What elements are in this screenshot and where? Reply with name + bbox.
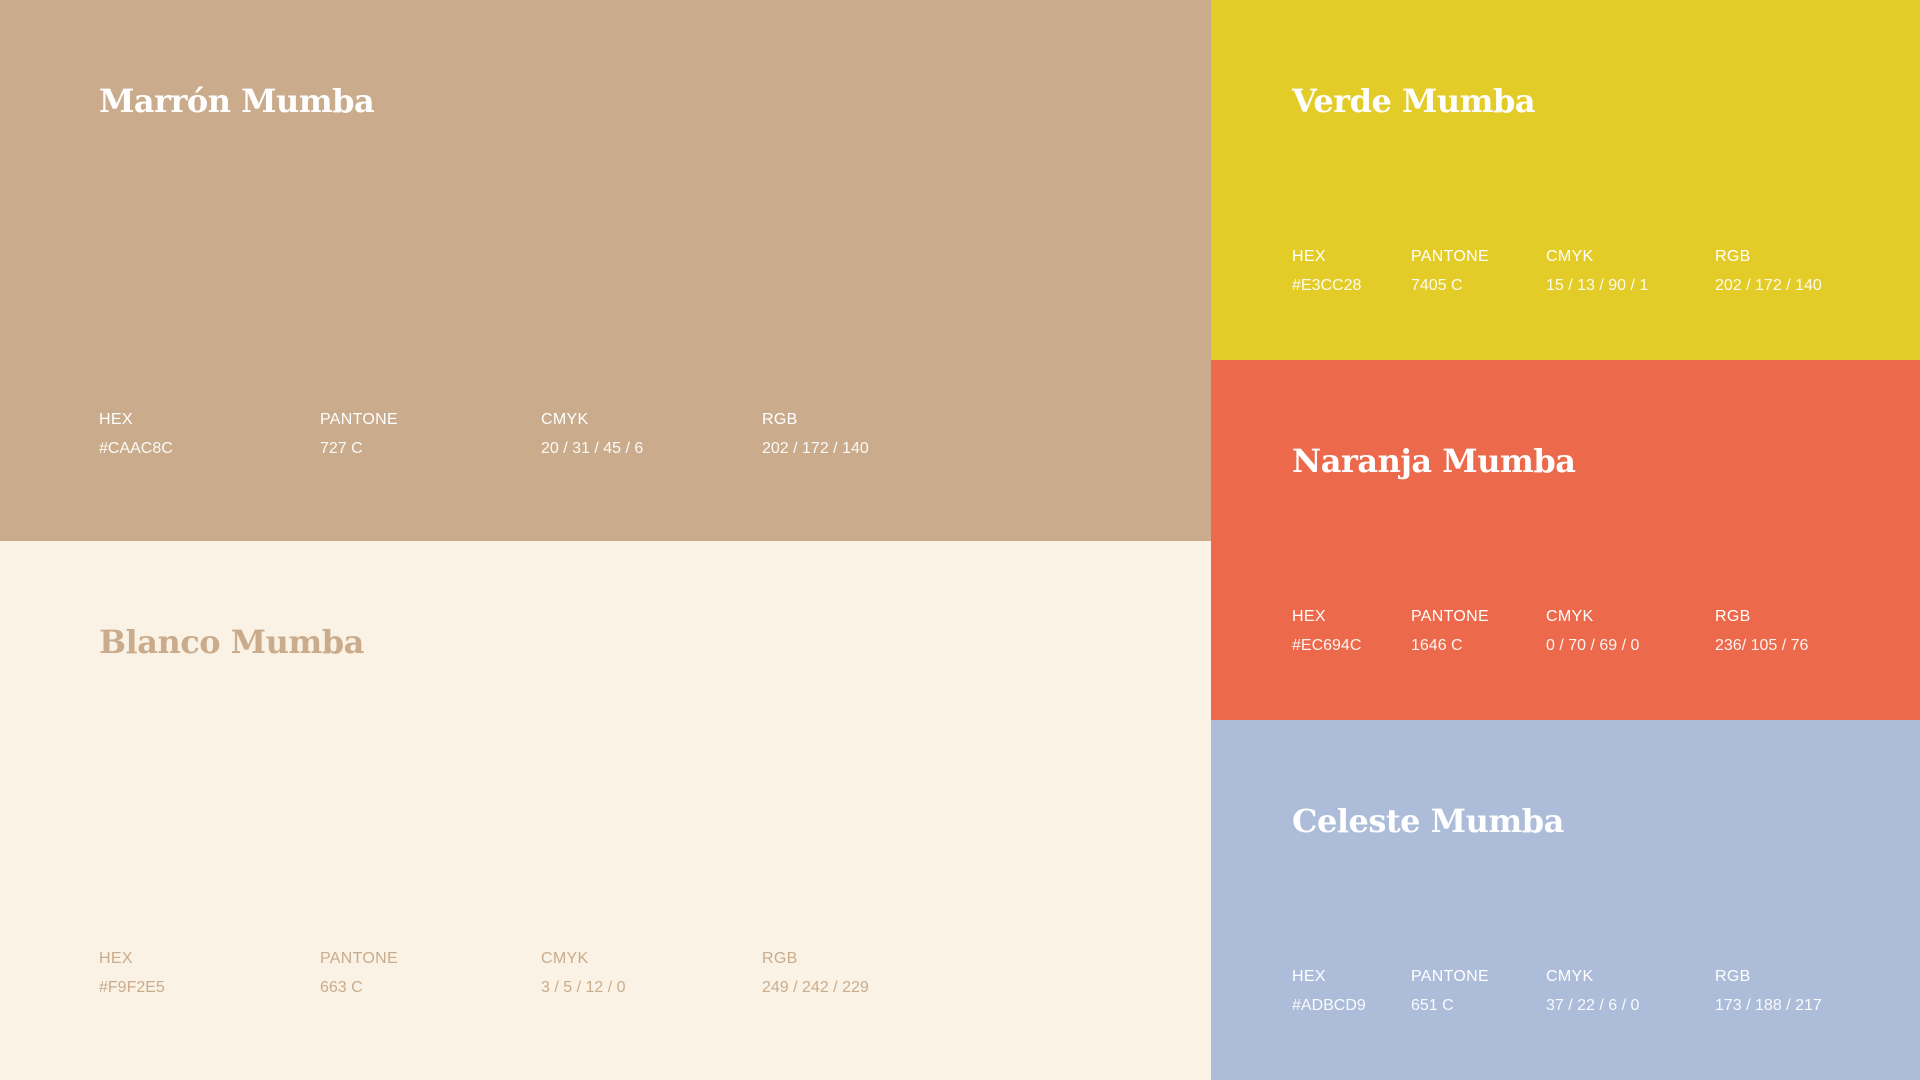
swatch-naranja: Naranja Mumba HEX #EC694C PANTONE 1646 C… xyxy=(1211,360,1920,720)
spec-cmyk: CMYK 20 / 31 / 45 / 6 xyxy=(541,410,643,459)
swatch-blanco: Blanco Mumba HEX #F9F2E5 PANTONE 663 C C… xyxy=(0,541,1211,1080)
spec-rgb: RGB 202 / 172 / 140 xyxy=(762,410,869,459)
spec-value: 249 / 242 / 229 xyxy=(762,979,869,996)
spec-value: #F9F2E5 xyxy=(99,979,165,996)
spec-cmyk: CMYK 0 / 70 / 69 / 0 xyxy=(1546,607,1639,656)
spec-value: #E3CC28 xyxy=(1292,277,1362,294)
spec-rgb: RGB 236/ 105 / 76 xyxy=(1715,607,1808,656)
swatch-verde: Verde Mumba HEX #E3CC28 PANTONE 7405 C C… xyxy=(1211,0,1920,360)
spec-label: CMYK xyxy=(541,950,589,967)
spec-hex: HEX #CAAC8C xyxy=(99,410,173,459)
spec-value: 1646 C xyxy=(1411,637,1463,654)
spec-value: 20 / 31 / 45 / 6 xyxy=(541,440,644,457)
spec-label: HEX xyxy=(1292,968,1326,985)
spec-pantone: PANTONE 1646 C xyxy=(1411,607,1489,656)
spec-label: RGB xyxy=(1715,968,1751,985)
swatch-celeste: Celeste Mumba HEX #ADBCD9 PANTONE 651 C … xyxy=(1211,720,1920,1080)
spec-value: 727 C xyxy=(320,440,363,457)
spec-value: 173 / 188 / 217 xyxy=(1715,997,1822,1014)
spec-label: PANTONE xyxy=(1411,608,1489,625)
spec-value: 7405 C xyxy=(1411,277,1463,294)
spec-value: 37 / 22 / 6 / 0 xyxy=(1546,997,1640,1014)
spec-hex: HEX #ADBCD9 xyxy=(1292,967,1366,1016)
spec-label: RGB xyxy=(762,411,798,428)
spec-cmyk: CMYK 15 / 13 / 90 / 1 xyxy=(1546,247,1648,296)
spec-pantone: PANTONE 651 C xyxy=(1411,967,1489,1016)
spec-pantone: PANTONE 727 C xyxy=(320,410,398,459)
spec-label: HEX xyxy=(99,950,133,967)
spec-value: 651 C xyxy=(1411,997,1454,1014)
spec-value: 663 C xyxy=(320,979,363,996)
spec-label: RGB xyxy=(1715,248,1751,265)
swatch-title: Verde Mumba xyxy=(1292,82,1536,120)
color-palette-page: Marrón Mumba HEX #CAAC8C PANTONE 727 C C… xyxy=(0,0,1920,1080)
spec-value: #CAAC8C xyxy=(99,440,173,457)
spec-value: 236/ 105 / 76 xyxy=(1715,637,1809,654)
swatch-marron: Marrón Mumba HEX #CAAC8C PANTONE 727 C C… xyxy=(0,0,1211,541)
spec-label: PANTONE xyxy=(320,950,398,967)
spec-hex: HEX #F9F2E5 xyxy=(99,949,165,998)
spec-pantone: PANTONE 663 C xyxy=(320,949,398,998)
swatch-title: Celeste Mumba xyxy=(1292,802,1564,840)
spec-label: RGB xyxy=(762,950,798,967)
swatch-title: Naranja Mumba xyxy=(1292,442,1576,480)
spec-cmyk: CMYK 3 / 5 / 12 / 0 xyxy=(541,949,626,998)
spec-label: CMYK xyxy=(1546,968,1594,985)
spec-rgb: RGB 202 / 172 / 140 xyxy=(1715,247,1822,296)
spec-value: 3 / 5 / 12 / 0 xyxy=(541,979,626,996)
spec-label: PANTONE xyxy=(320,411,398,428)
spec-value: 15 / 13 / 90 / 1 xyxy=(1546,277,1649,294)
spec-value: #EC694C xyxy=(1292,637,1362,654)
spec-label: HEX xyxy=(1292,608,1326,625)
spec-hex: HEX #EC694C xyxy=(1292,607,1361,656)
spec-label: CMYK xyxy=(1546,608,1594,625)
spec-label: PANTONE xyxy=(1411,968,1489,985)
spec-label: CMYK xyxy=(541,411,589,428)
spec-rgb: RGB 249 / 242 / 229 xyxy=(762,949,869,998)
spec-label: HEX xyxy=(99,411,133,428)
spec-value: #ADBCD9 xyxy=(1292,997,1366,1014)
spec-rgb: RGB 173 / 188 / 217 xyxy=(1715,967,1822,1016)
spec-value: 0 / 70 / 69 / 0 xyxy=(1546,637,1640,654)
swatch-title: Marrón Mumba xyxy=(99,82,375,120)
spec-value: 202 / 172 / 140 xyxy=(1715,277,1822,294)
spec-hex: HEX #E3CC28 xyxy=(1292,247,1361,296)
spec-pantone: PANTONE 7405 C xyxy=(1411,247,1489,296)
spec-label: PANTONE xyxy=(1411,248,1489,265)
spec-label: HEX xyxy=(1292,248,1326,265)
swatch-title: Blanco Mumba xyxy=(99,623,364,661)
spec-label: CMYK xyxy=(1546,248,1594,265)
spec-value: 202 / 172 / 140 xyxy=(762,440,869,457)
spec-cmyk: CMYK 37 / 22 / 6 / 0 xyxy=(1546,967,1639,1016)
spec-label: RGB xyxy=(1715,608,1751,625)
